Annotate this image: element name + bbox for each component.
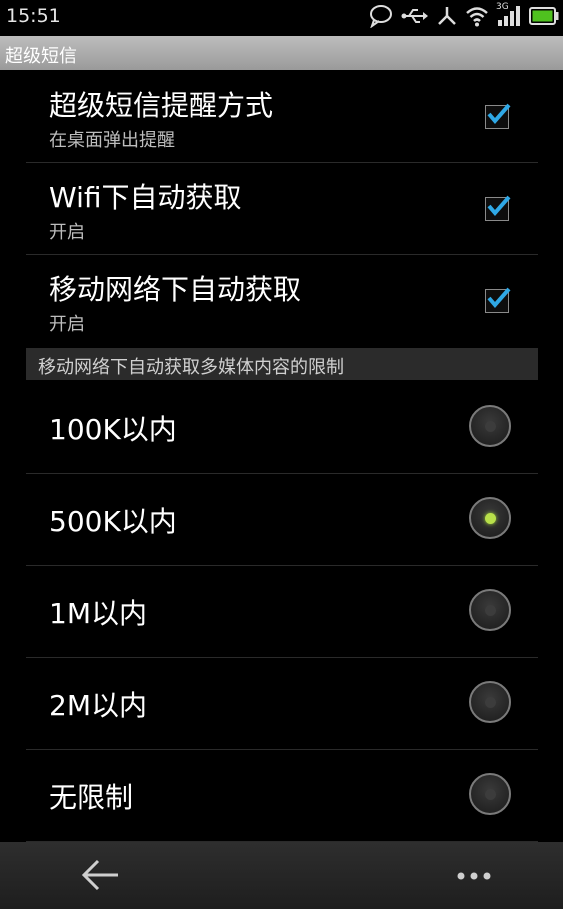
signal-icon: 3G [496,2,522,27]
option-label: 无限制 [49,781,134,814]
setting-summary: 开启 [49,314,85,335]
setting-row-mobile-auto-fetch[interactable]: 移动网络下自动获取 开启 [26,254,538,346]
setting-title: 移动网络下自动获取 [49,273,302,306]
option-row-100k[interactable]: 100K以内 [26,381,538,474]
checkmark-icon [487,287,511,309]
radio-500k[interactable] [469,497,511,539]
option-row-unlimited[interactable]: 无限制 [26,749,538,842]
checkmark-icon [487,195,511,217]
radio-unlimited[interactable] [469,773,511,815]
radio-dot [484,420,496,432]
radio-dot [484,696,496,708]
wifi-icon [465,5,489,27]
setting-title: 超级短信提醒方式 [49,89,274,122]
radio-2m[interactable] [469,681,511,723]
app-title-bar: 超级短信 [0,36,563,70]
radio-100k[interactable] [469,405,511,447]
checkbox-wifi-auto-fetch[interactable] [485,195,511,221]
status-bar: 15:51 3G [0,0,563,36]
section-header-label: 移动网络下自动获取多媒体内容的限制 [38,357,344,378]
setting-row-popup-notification[interactable]: 超级短信提醒方式 在桌面弹出提醒 [26,70,538,163]
status-time: 15:51 [6,5,61,27]
radio-dot [484,604,496,616]
back-arrow-icon[interactable] [80,857,120,893]
option-label: 100K以内 [49,413,177,446]
radio-dot [484,512,496,524]
status-icons: 3G [368,2,559,28]
option-row-1m[interactable]: 1M以内 [26,565,538,658]
usb-icon [401,6,429,26]
network-type-label: 3G [496,2,509,12]
radio-1m[interactable] [469,589,511,631]
chat-icon [368,4,394,28]
checkbox-mobile-auto-fetch[interactable] [485,287,511,313]
option-row-2m[interactable]: 2M以内 [26,657,538,750]
option-label: 2M以内 [49,689,147,722]
debug-icon [436,5,458,27]
option-label: 500K以内 [49,505,177,538]
option-label: 1M以内 [49,597,147,630]
radio-dot [484,788,496,800]
section-header-mms-limit: 移动网络下自动获取多媒体内容的限制 [26,348,538,380]
setting-title: Wifi下自动获取 [49,181,242,214]
checkbox-popup-notification[interactable] [485,103,511,129]
setting-summary: 开启 [49,222,85,243]
setting-summary: 在桌面弹出提醒 [49,130,175,151]
option-row-500k[interactable]: 500K以内 [26,473,538,566]
battery-icon [529,7,559,25]
checkmark-icon [487,103,511,125]
setting-row-wifi-auto-fetch[interactable]: Wifi下自动获取 开启 [26,162,538,255]
app-title: 超级短信 [5,46,77,67]
settings-list: 超级短信提醒方式 在桌面弹出提醒 Wifi下自动获取 开启 移动网络下自动获取 … [0,70,563,842]
bottom-nav-bar [0,842,563,909]
more-dots-icon[interactable] [454,868,494,882]
